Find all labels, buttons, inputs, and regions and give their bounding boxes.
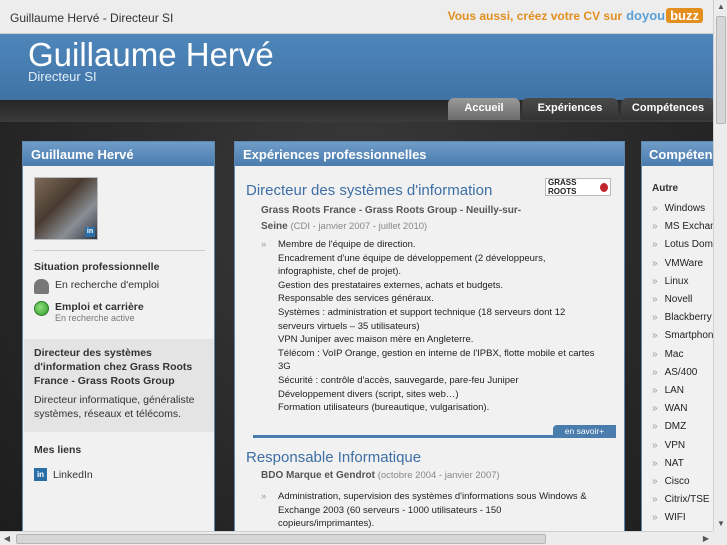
bullet-arrow-icon: » [652,294,658,305]
status-job-search: En recherche d'emploi [34,279,159,294]
job-title[interactable]: Directeur des systèmes d'information [246,182,492,199]
description-line: Formation utilisateurs (bureautique, vul… [278,402,490,414]
bullet-arrow-icon: » [652,439,658,451]
job-company: Grass Roots France - Grass Roots Group -… [261,205,522,232]
profile-photo: in [34,177,98,240]
experiences-panel: Expériences professionnelles Directeur d… [234,141,625,536]
description-line: copieurs/imprimantes). [278,518,375,530]
skill-item: » Novell [652,294,693,305]
skill-item: » Smartphone [652,330,720,342]
tab-accueil[interactable]: Accueil [448,98,520,120]
linkedin-icon: in [34,468,47,481]
bullet-arrow-icon: » [652,257,658,269]
bullet-arrow-icon: » [652,312,658,324]
scroll-thumb[interactable] [16,534,546,544]
profile-panel: Guillaume Hervé in Situation professionn… [22,141,215,536]
job-description: » Administration, supervision des systèm… [261,490,611,531]
status-career: Emploi et carrière En recherche active [34,301,144,323]
bullet-arrow-icon: » [652,221,658,233]
bullet-arrow-icon: » [652,239,658,251]
description-line: Exchange 2003 (60 serveurs - 1000 utilis… [278,504,502,516]
skill-item: » Windows [652,203,706,214]
links-title: Mes liens [34,444,82,456]
description-line: Systèmes : administration et support tec… [278,306,566,318]
scroll-left-icon[interactable]: ◀ [0,532,14,545]
en-savoir-plus-button[interactable]: en savoir+ [553,425,616,438]
browser-topbar: Guillaume Hervé - Directeur SI Vous auss… [0,0,727,34]
page-title: Guillaume Hervé - Directeur SI [10,11,174,25]
skill-item: » DMZ [652,421,687,433]
bullet-arrow-icon: » [652,385,658,396]
job-description: » Membre de l'équipe de direction. Encadr… [261,238,611,415]
situation-title: Situation professionnelle [34,261,160,273]
scroll-up-icon[interactable]: ▲ [714,0,727,14]
description-line: Encadrement d'une équipe de développemen… [278,252,546,264]
person-icon [34,279,49,294]
skill-item: » Citrix/TSE [652,494,710,506]
vertical-scrollbar[interactable]: ▲ ▼ [713,0,727,531]
profile-heading: Guillaume Hervé [23,142,214,166]
bullet-arrow-icon: » [652,421,658,433]
scroll-down-icon[interactable]: ▼ [714,517,727,531]
bullet-arrow-icon: » [261,239,267,250]
promo-text[interactable]: Vous aussi, créez votre CV sur [448,9,623,23]
linkedin-badge-icon: in [85,227,95,237]
active-status-icon [34,301,49,316]
bullet-arrow-icon: » [652,494,658,506]
skill-item: » VMWare [652,257,704,269]
tab-competences[interactable]: Compétences [621,98,715,120]
description-line: Administration, supervision des systèmes… [278,491,587,502]
skill-item: » Mac [652,348,684,360]
doyoubuzz-logo[interactable]: doyou buzz [626,8,703,23]
bullet-arrow-icon: » [652,330,658,342]
doyoubuzz-promo[interactable]: Vous aussi, créez votre CV sur doyou buz… [448,8,703,23]
bullet-arrow-icon: » [652,275,658,287]
divider [33,250,205,251]
bullet-arrow-icon: » [652,457,658,469]
skills-group: Autre [652,183,679,194]
skill-item: » NAT [652,457,684,469]
skill-item: » Blackberry [652,312,712,324]
skill-item: » Linux [652,275,689,287]
experiences-heading: Expériences professionnelles [235,142,624,166]
logo-circle-icon [600,182,608,192]
description-line: Télécom : VoIP Orange, gestion en intern… [278,347,595,359]
description-line: Développement divers (script, sites web…… [278,388,459,400]
bullet-arrow-icon: » [652,476,658,487]
description-line: Sécurité : contrôle d'accès, sauvegarde,… [278,374,519,386]
skill-item: » LAN [652,385,685,396]
job-company: BDO Marque et Gendrot (octobre 2004 - ja… [261,470,500,481]
link-linkedin[interactable]: in LinkedIn [34,468,93,481]
scroll-thumb[interactable] [716,16,726,124]
scroll-corner [713,531,727,545]
skill-item: » VPN [652,439,686,451]
tab-experiences[interactable]: Expériences [522,98,618,120]
job-title[interactable]: Responsable Informatique [246,449,421,466]
description-line: Membre de l'équipe de direction. [278,239,416,250]
company-logo: GRASS ROOTS [545,178,611,196]
horizontal-scrollbar[interactable]: ◀ ▶ [0,531,713,545]
description-line: Responsable des services généraux. [278,293,434,305]
skill-item: » WAN [652,403,688,415]
skill-item: » AS/400 [652,366,698,378]
bullet-arrow-icon: » [261,491,267,502]
bullet-arrow-icon: » [652,203,658,214]
current-position: Directeur des systèmes d'information che… [34,347,193,387]
bullet-arrow-icon: » [652,348,658,360]
skill-item: » Cisco [652,476,690,487]
description-line: Gestion des prestataires externes, achat… [278,279,503,291]
bullet-arrow-icon: » [652,512,658,524]
current-position-box: Directeur des systèmes d'information che… [24,339,214,432]
cv-header: Guillaume Hervé Directeur SI [0,34,715,100]
header-role: Directeur SI [28,69,97,84]
bullet-arrow-icon: » [652,366,658,378]
description-line: serveurs virtuels – 35 utilisateurs) [278,320,420,332]
skill-item: » WIFI [652,512,686,524]
description-line: infographiste, chef de projet). [278,266,402,278]
bullet-arrow-icon: » [652,403,658,415]
profile-summary: Directeur informatique, généraliste syst… [34,394,195,420]
description-line: VPN Juniper avec maison mère en Angleter… [278,334,474,346]
scroll-right-icon[interactable]: ▶ [699,532,713,545]
description-line: 3G [278,361,291,373]
